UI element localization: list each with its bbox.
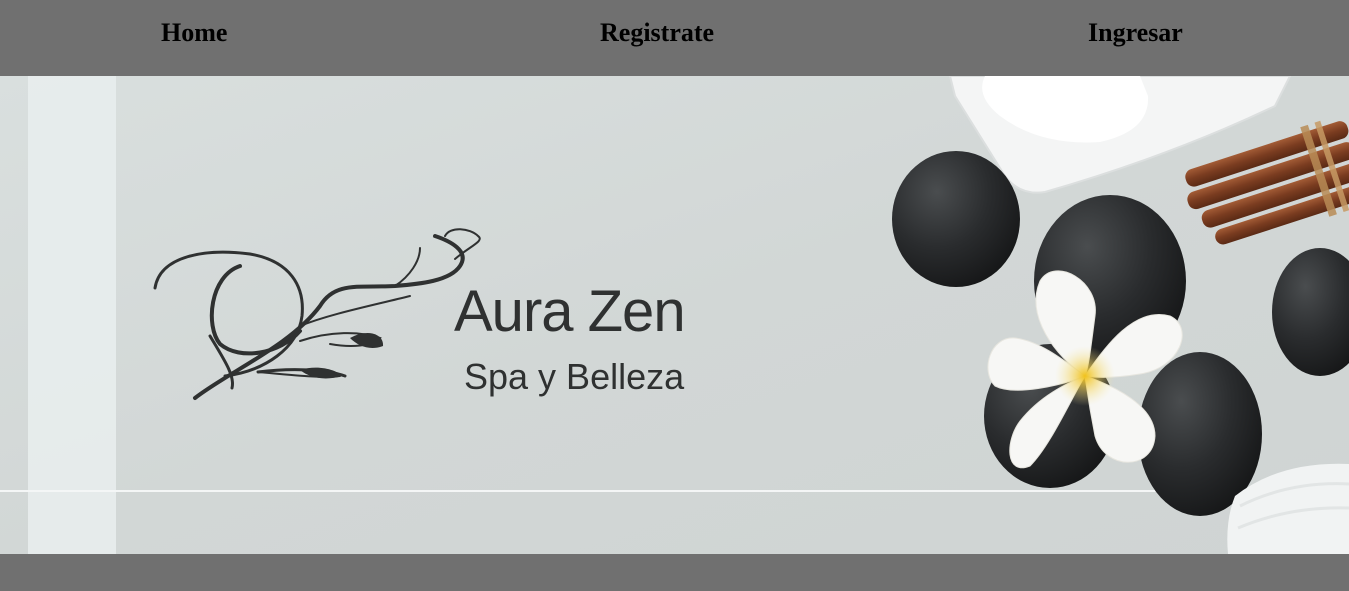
brand-name: Aura Zen (454, 279, 686, 344)
hero-banner: Aura Zen Spa y Belleza (0, 76, 1349, 554)
nav-link-registrate[interactable]: Registrate (600, 18, 714, 48)
footer-bar (0, 554, 1349, 591)
top-navigation: Home Registrate Ingresar (0, 0, 1349, 76)
nav-link-home[interactable]: Home (161, 18, 227, 48)
nav-link-ingresar[interactable]: Ingresar (1088, 18, 1183, 48)
brand-tagline: Spa y Belleza (464, 356, 685, 397)
